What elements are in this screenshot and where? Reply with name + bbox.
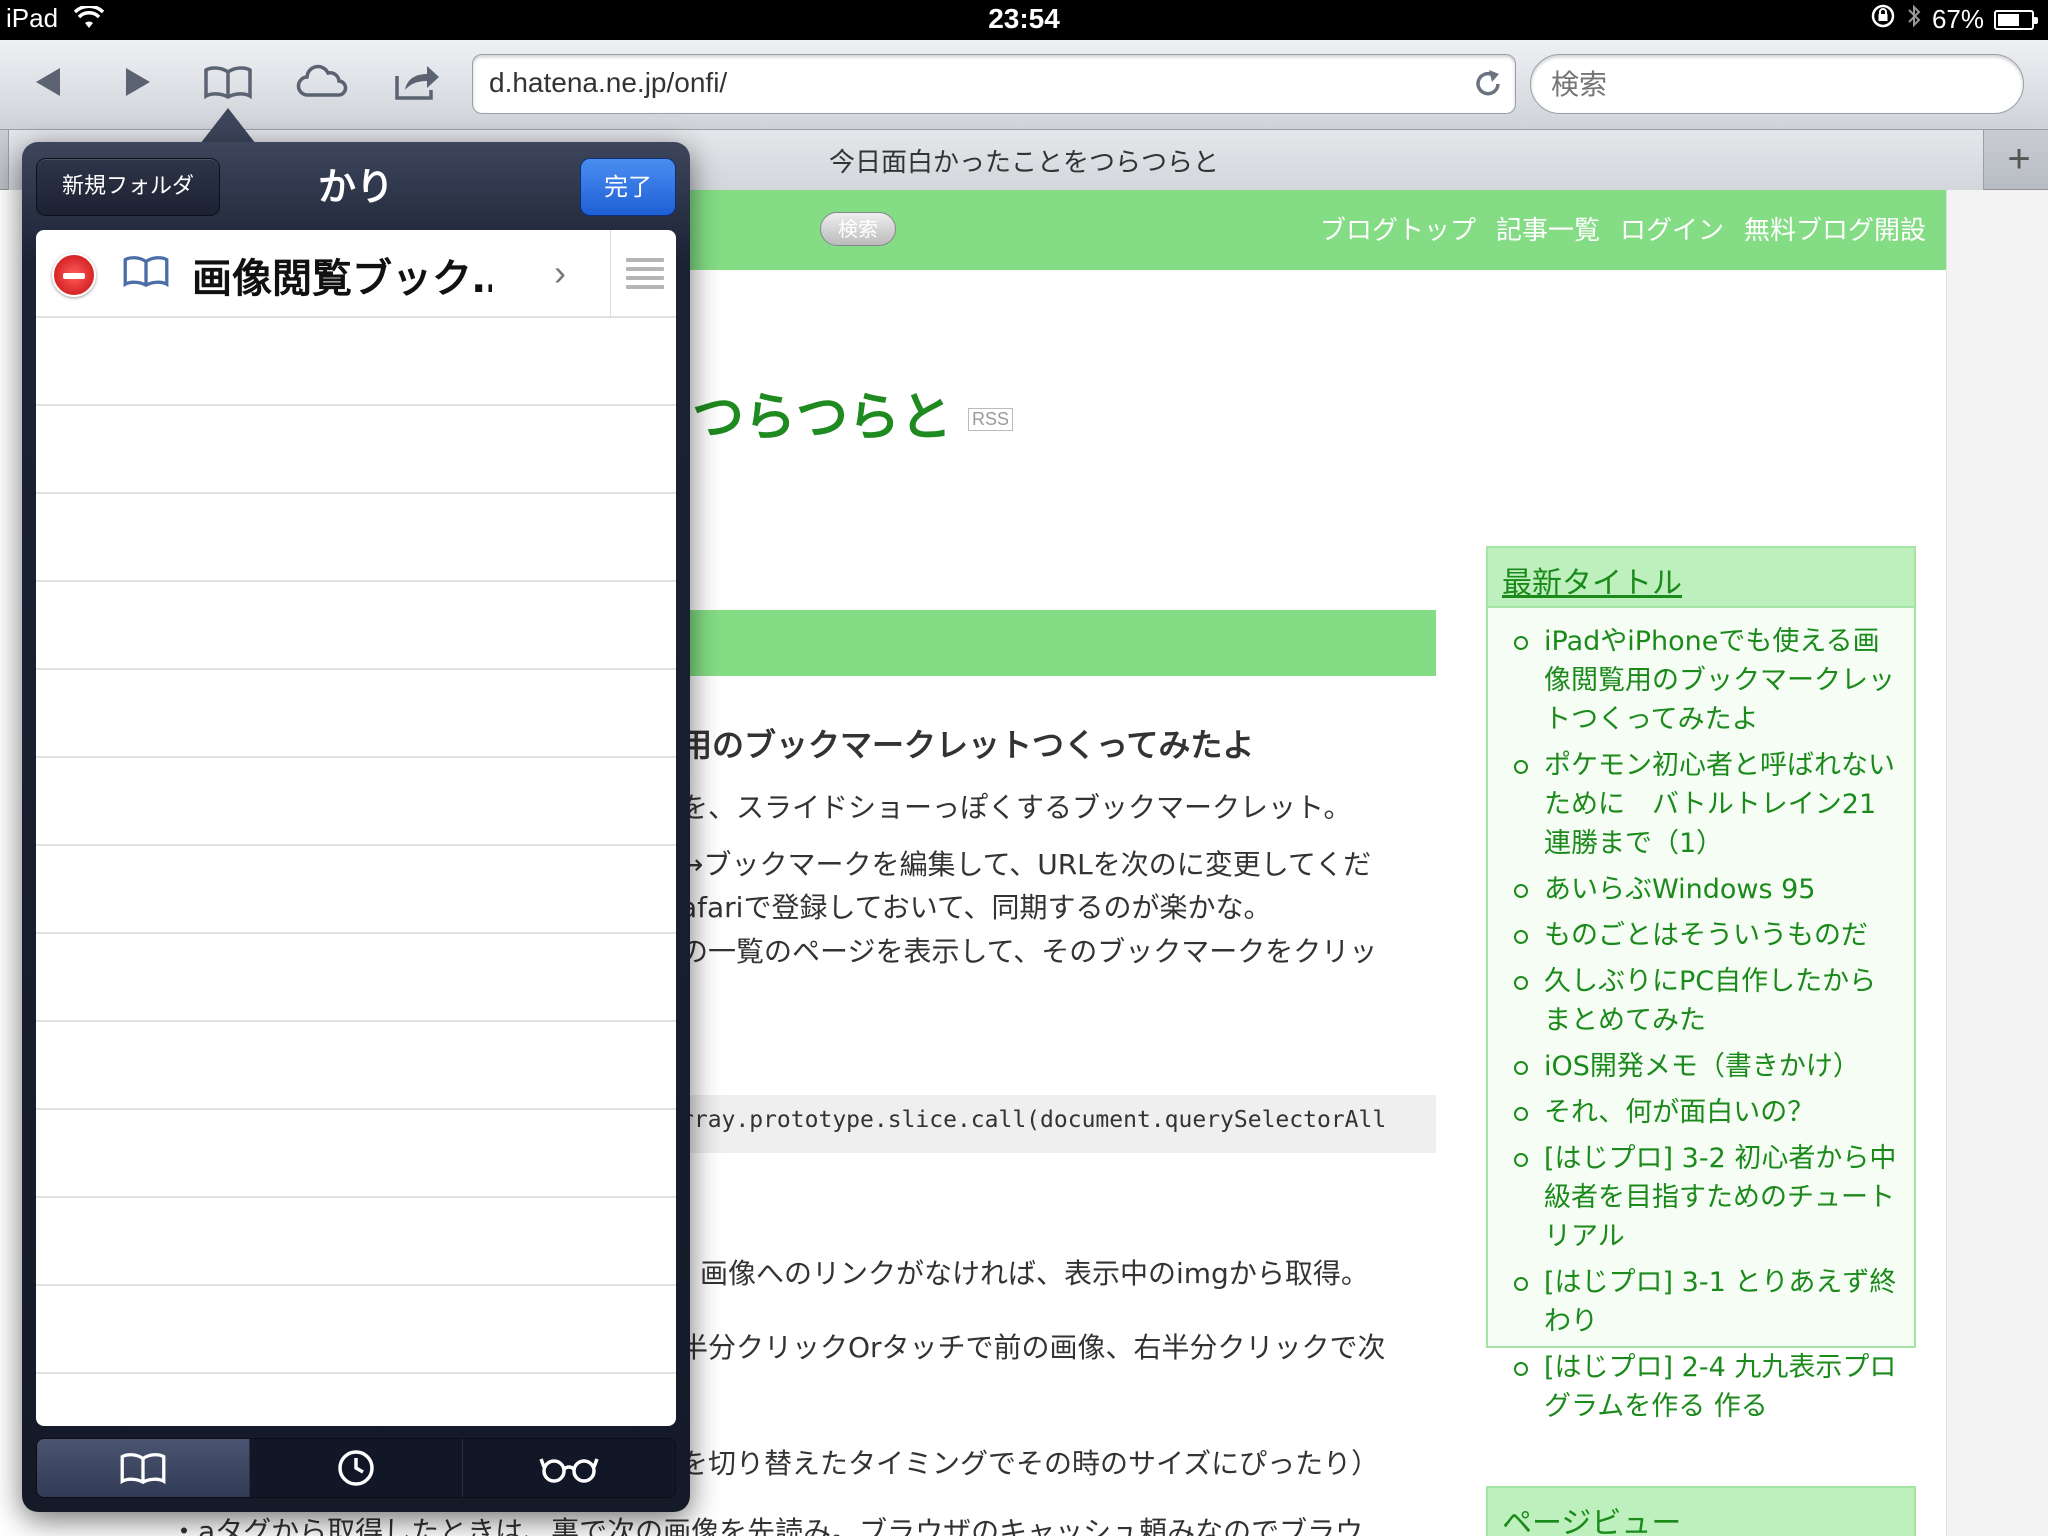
cloud-icon xyxy=(296,64,348,97)
list-item[interactable]: ポケモン初心者と呼ばれないために バトルトレイン21連勝まで（1） xyxy=(1512,746,1900,863)
history-icon xyxy=(338,1450,374,1486)
address-bar[interactable]: d.hatena.ne.jp/onfi/ xyxy=(472,54,1516,114)
paragraph: を切り替えたタイミングでその時のサイズにぴったり） xyxy=(680,1447,1380,1480)
paragraph: 半分クリックOrタッチで前の画像、右半分クリックで次 xyxy=(680,1331,1386,1364)
status-right: 67% xyxy=(1870,3,2038,36)
popover-segmented-tabs xyxy=(36,1438,676,1498)
empty-row xyxy=(36,582,676,670)
bookmark-row[interactable]: 画像閲覧ブック… › xyxy=(36,230,676,318)
empty-row xyxy=(36,318,676,406)
bluetooth-icon xyxy=(1906,3,1922,36)
empty-row xyxy=(36,494,676,582)
list-item[interactable]: あいらぶWindows 95 xyxy=(1512,870,1900,909)
paragraph: 画像へのリンクがなければ、表示中のimgから取得。 xyxy=(700,1257,1369,1290)
empty-row xyxy=(36,1286,676,1374)
bookmarks-popover: 新規フォルダ かり 完了 画像閲覧ブック… › xyxy=(22,142,690,1512)
empty-row xyxy=(36,406,676,494)
paragraph: を、スライドショーっぽくするブックマークレット。 xyxy=(680,791,1352,824)
empty-row xyxy=(36,1022,676,1110)
header-search-button[interactable]: 検索 xyxy=(820,212,896,246)
nav-link-login[interactable]: ログイン xyxy=(1620,210,1724,247)
empty-row xyxy=(36,758,676,846)
rotation-lock-icon xyxy=(1870,3,1896,36)
latest-titles-list: iPadやiPhoneでも使える画像閲覧用のブックマークレットつくってみたよ ポ… xyxy=(1488,608,1914,1426)
clock: 23:54 xyxy=(988,3,1060,34)
entry-title[interactable]: 用のブックマークレットつくってみたよ xyxy=(680,720,1254,766)
chevron-right-icon[interactable]: › xyxy=(554,252,566,294)
header-nav: ブログトップ 記事一覧 ログイン 無料ブログ開設 xyxy=(1320,210,1926,247)
list-item[interactable]: 久しぶりにPC自作したからまとめてみた xyxy=(1512,962,1900,1040)
paragraph: afariで登録しておいて、同期するのが楽かな。 xyxy=(680,891,1272,924)
reading-list-icon xyxy=(539,1458,599,1483)
nav-link-create-blog[interactable]: 無料ブログ開設 xyxy=(1744,210,1926,247)
forward-arrow-icon xyxy=(126,68,150,96)
new-tab-button[interactable]: + xyxy=(1996,136,2042,182)
latest-titles-heading[interactable]: 最新タイトル xyxy=(1488,548,1914,608)
empty-row xyxy=(36,934,676,1022)
bookmarks-button[interactable] xyxy=(198,54,258,110)
list-item[interactable]: iPadやiPhoneでも使える画像閲覧用のブックマークレットつくってみたよ xyxy=(1512,622,1900,739)
battery-icon xyxy=(1994,9,2038,30)
empty-row xyxy=(36,1110,676,1198)
done-button[interactable]: 完了 xyxy=(580,158,676,216)
nav-link-article-list[interactable]: 記事一覧 xyxy=(1496,210,1600,247)
page-margin xyxy=(1946,190,2048,1536)
bookmark-title: 画像閲覧ブック… xyxy=(192,256,492,302)
tab-reading-list[interactable] xyxy=(463,1439,675,1497)
paragraph: の一覧のページを表示して、そのブックマークをクリッ xyxy=(680,935,1378,968)
back-arrow-icon xyxy=(36,68,60,96)
url-text: d.hatena.ne.jp/onfi/ xyxy=(489,67,728,98)
list-item[interactable]: [はじプロ] 3-2 初心者から中級者を目指すためのチュートリアル xyxy=(1512,1139,1900,1256)
paragraph: ・aタグから取得したときは、裏で次の画像を先読み。ブラウザのキャッシュ頼みなので… xyxy=(170,1515,1364,1536)
battery-percent: 67% xyxy=(1931,4,1984,34)
latest-titles-module: 最新タイトル iPadやiPhoneでも使える画像閲覧用のブックマークレットつく… xyxy=(1486,546,1916,1422)
browser-toolbar: d.hatena.ne.jp/onfi/ xyxy=(0,40,2048,130)
tab-history[interactable] xyxy=(250,1439,463,1497)
nav-link-blog-top[interactable]: ブログトップ xyxy=(1320,210,1476,247)
empty-row xyxy=(36,846,676,934)
empty-row xyxy=(36,670,676,758)
reorder-handle-icon[interactable] xyxy=(626,258,664,294)
list-item[interactable]: iOS開発メモ（書きかけ） xyxy=(1512,1047,1900,1086)
forward-button[interactable] xyxy=(108,54,168,110)
share-icon xyxy=(395,66,439,100)
paragraph: →ブックマークを編集して、URLを次のに変更してくだ xyxy=(680,848,1372,881)
reload-icon[interactable] xyxy=(1471,67,1505,105)
date-header-bar xyxy=(640,610,1436,676)
tab-bookmarks[interactable] xyxy=(37,1439,250,1497)
rss-badge[interactable]: RSS xyxy=(968,408,1014,431)
icloud-tabs-button[interactable] xyxy=(292,54,352,110)
list-item[interactable]: それ、何が面白いの？ xyxy=(1512,1093,1900,1132)
back-button[interactable] xyxy=(18,54,78,110)
search-input[interactable] xyxy=(1530,54,2024,114)
bookmarks-icon xyxy=(120,1453,166,1485)
book-icon xyxy=(204,66,252,100)
popover-arrow xyxy=(200,108,256,144)
share-button[interactable] xyxy=(388,54,448,110)
code-block: rray.prototype.slice.call(document.query… xyxy=(640,1095,1436,1153)
status-bar: iPad 23:54 67% xyxy=(0,0,2048,40)
bookmark-book-icon xyxy=(122,254,170,292)
list-item[interactable]: ものごとはそういうものだ xyxy=(1512,916,1900,955)
bookmark-list: 画像閲覧ブック… › xyxy=(36,230,676,1426)
pageview-heading: ページビュー xyxy=(1486,1486,1916,1536)
list-item[interactable]: [はじプロ] 3-1 とりあえず終わり xyxy=(1512,1263,1900,1341)
list-item[interactable]: [はじプロ] 2-4 九九表示プログラムを作る 作る xyxy=(1512,1348,1900,1426)
delete-icon[interactable] xyxy=(52,253,96,297)
empty-row xyxy=(36,1198,676,1286)
